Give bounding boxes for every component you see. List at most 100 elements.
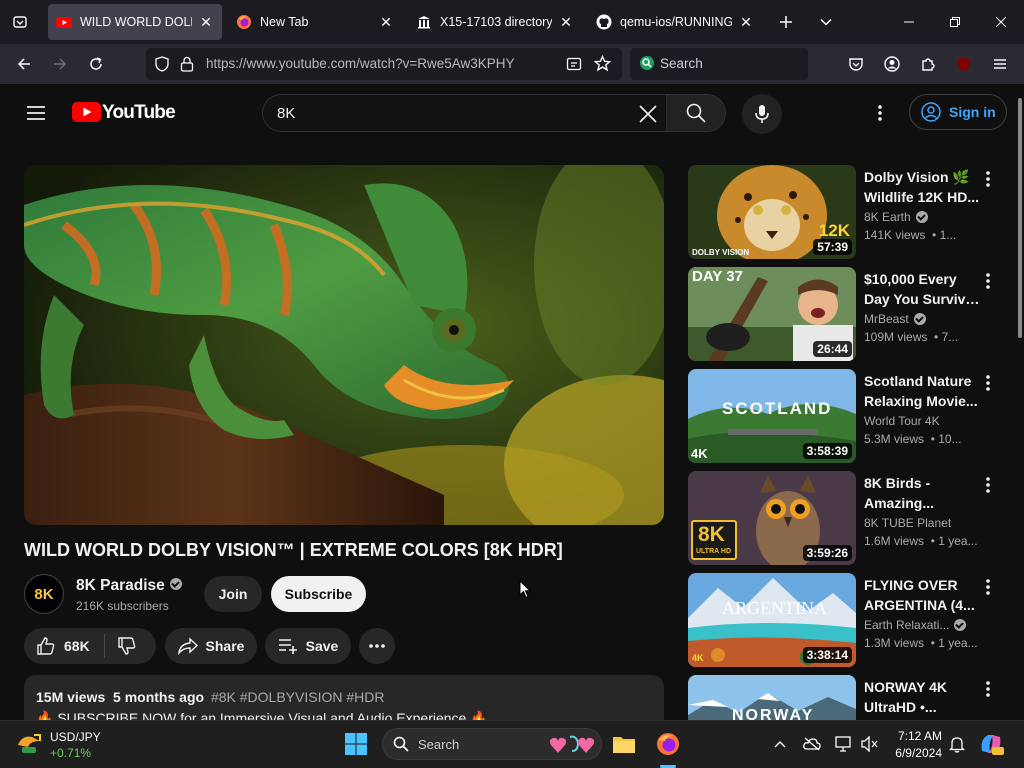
close-tab-icon[interactable]: ✕ bbox=[738, 14, 754, 30]
channel-name[interactable]: 8K Paradise bbox=[76, 577, 182, 595]
cloud-sync-button[interactable] bbox=[799, 731, 825, 757]
video-thumbnail[interactable]: NORWAY bbox=[688, 675, 856, 720]
video-title-line[interactable]: Relaxing Movie... bbox=[864, 391, 984, 411]
recommendation-item[interactable]: 12K DOLBY VISION 57:39 Dolby Vision 🌿 Wi… bbox=[688, 165, 1008, 259]
guide-menu-button[interactable] bbox=[22, 99, 50, 127]
channel-name[interactable]: Earth Relaxati... bbox=[864, 618, 949, 632]
file-explorer-button[interactable] bbox=[611, 731, 637, 757]
pocket-button[interactable] bbox=[842, 50, 870, 78]
share-button[interactable]: Share bbox=[165, 628, 257, 664]
minimize-button[interactable] bbox=[886, 0, 932, 44]
tab-overview-button[interactable] bbox=[6, 8, 34, 36]
voice-search-button[interactable] bbox=[742, 94, 782, 134]
thumbs-up-icon[interactable] bbox=[36, 636, 56, 656]
video-title-line[interactable]: Scotland Nature bbox=[864, 371, 984, 391]
channel-name-text[interactable]: 8K Paradise bbox=[76, 577, 165, 594]
extensions-button[interactable] bbox=[914, 50, 942, 78]
sign-in-button[interactable]: Sign in bbox=[909, 94, 1007, 130]
video-title[interactable]: $10,000 Every Day You Survive... bbox=[864, 269, 984, 309]
video-title-line[interactable]: UltraHD •... bbox=[864, 697, 984, 717]
description-box[interactable]: 15M views 5 months ago #8K #DOLBYVISION … bbox=[24, 675, 664, 720]
currency-widget-icon[interactable] bbox=[16, 731, 44, 759]
video-title-line[interactable]: $10,000 Every bbox=[864, 269, 984, 289]
subscribe-button[interactable]: Subscribe bbox=[271, 576, 366, 612]
action-menu-button[interactable] bbox=[980, 169, 996, 189]
taskbar-search[interactable]: Search bbox=[382, 728, 602, 760]
recommendation-item[interactable]: ARGENTINA 4K 3:38:14 FLYING OVER ARGENTI… bbox=[688, 573, 1008, 667]
page-scrollbar[interactable] bbox=[1016, 84, 1024, 720]
ublock-extension-button[interactable] bbox=[950, 50, 978, 78]
new-tab-button[interactable] bbox=[772, 8, 800, 36]
close-tab-icon[interactable]: ✕ bbox=[378, 14, 394, 30]
network-button[interactable] bbox=[831, 731, 857, 757]
show-hidden-icons-button[interactable] bbox=[767, 731, 793, 757]
close-tab-icon[interactable]: ✕ bbox=[198, 14, 214, 30]
menu-button[interactable] bbox=[986, 50, 1014, 78]
recommendation-item[interactable]: 8K ULTRA HD 3:59:26 8K Birds - Amazing..… bbox=[688, 471, 1008, 565]
action-menu-button[interactable] bbox=[980, 271, 996, 291]
recommendation-item[interactable]: DAY 37 26:44 $10,000 Every Day You Survi… bbox=[688, 267, 1008, 361]
channel-name[interactable]: MrBeast bbox=[864, 312, 909, 326]
restore-button[interactable] bbox=[932, 0, 978, 44]
video-title-line[interactable]: Dolby Vision 🌿 bbox=[864, 167, 984, 187]
star-icon[interactable] bbox=[594, 55, 611, 72]
recommendation-item[interactable]: SCOTLAND 4K 3:58:39 Scotland Nature Rela… bbox=[688, 369, 1008, 463]
youtube-search-box[interactable] bbox=[262, 94, 666, 132]
video-title-line[interactable]: 8K Birds - bbox=[864, 473, 984, 493]
back-button[interactable] bbox=[10, 50, 38, 78]
video-title-line[interactable]: NORWAY 4K bbox=[864, 677, 984, 697]
copilot-button[interactable] bbox=[978, 731, 1004, 757]
action-menu-button[interactable] bbox=[980, 373, 996, 393]
video-thumbnail[interactable]: ARGENTINA 4K 3:38:14 bbox=[688, 573, 856, 667]
channel-name[interactable]: 8K Earth bbox=[864, 210, 911, 224]
reload-button[interactable] bbox=[82, 50, 110, 78]
channel-line[interactable]: 8K Earth bbox=[864, 210, 928, 224]
action-menu-button[interactable] bbox=[980, 577, 996, 597]
video-title-line[interactable]: Day You Survive... bbox=[864, 289, 984, 309]
recommendation-item[interactable]: NORWAY NORWAY 4K UltraHD •... bbox=[688, 675, 1008, 720]
clock-date[interactable]: 6/9/2024 bbox=[890, 746, 942, 760]
address-bar[interactable]: https://www.youtube.com/watch?v=Rwe5Aw3K… bbox=[146, 48, 622, 80]
web-search-field[interactable]: Search bbox=[630, 48, 808, 80]
video-title[interactable]: Dolby Vision 🌿 Wildlife 12K HD... bbox=[864, 167, 984, 207]
channel-line[interactable]: Earth Relaxati... bbox=[864, 618, 967, 632]
clear-search-icon[interactable] bbox=[639, 105, 657, 123]
tab-github[interactable]: qemu-ios/RUNNING.md ✕ bbox=[588, 4, 762, 40]
video-title[interactable]: 8K Birds - Amazing... bbox=[864, 473, 984, 513]
video-title-line[interactable]: ARGENTINA (4... bbox=[864, 595, 984, 615]
video-thumbnail[interactable]: SCOTLAND 4K 3:58:39 bbox=[688, 369, 856, 463]
save-button[interactable]: Save bbox=[265, 628, 351, 664]
account-button[interactable] bbox=[878, 50, 906, 78]
join-button[interactable]: Join bbox=[204, 576, 262, 612]
video-title[interactable]: NORWAY 4K UltraHD •... bbox=[864, 677, 984, 717]
tab-directory-listing[interactable]: X15-17103 directory listing ✕ bbox=[408, 4, 582, 40]
lock-icon[interactable] bbox=[180, 56, 194, 72]
action-menu-button[interactable] bbox=[980, 679, 996, 699]
video-title-line[interactable]: Amazing... bbox=[864, 493, 984, 513]
close-window-button[interactable] bbox=[978, 0, 1024, 44]
volume-button[interactable] bbox=[857, 731, 883, 757]
list-all-tabs-button[interactable] bbox=[812, 8, 840, 36]
channel-name[interactable]: 8K TUBE Planet bbox=[864, 516, 951, 530]
channel-line[interactable]: World Tour 4K bbox=[864, 414, 940, 428]
start-button[interactable] bbox=[343, 731, 369, 757]
clock-time[interactable]: 7:12 AM bbox=[896, 729, 942, 743]
firefox-taskbar-button[interactable] bbox=[655, 731, 681, 757]
close-tab-icon[interactable]: ✕ bbox=[558, 14, 574, 30]
hashtags[interactable]: #8K #DOLBYVISION #HDR bbox=[211, 689, 385, 705]
channel-name[interactable]: World Tour 4K bbox=[864, 414, 940, 428]
url-text[interactable]: https://www.youtube.com/watch?v=Rwe5Aw3K… bbox=[206, 56, 515, 71]
video-thumbnail[interactable]: DAY 37 26:44 bbox=[688, 267, 856, 361]
video-thumbnail[interactable]: 8K ULTRA HD 3:59:26 bbox=[688, 471, 856, 565]
channel-line[interactable]: 8K TUBE Planet bbox=[864, 516, 951, 530]
channel-avatar[interactable]: 8K bbox=[24, 574, 64, 614]
tab-new-tab[interactable]: New Tab ✕ bbox=[228, 4, 402, 40]
forward-button[interactable] bbox=[46, 50, 74, 78]
channel-line[interactable]: MrBeast bbox=[864, 312, 926, 326]
video-player[interactable] bbox=[24, 165, 664, 525]
like-count[interactable]: 68K bbox=[64, 638, 90, 654]
tab-youtube[interactable]: WILD WORLD DOLBY VISION ✕ bbox=[48, 4, 222, 40]
shield-icon[interactable] bbox=[154, 56, 170, 72]
more-actions-button[interactable] bbox=[359, 628, 395, 664]
youtube-search-input[interactable] bbox=[277, 103, 617, 123]
